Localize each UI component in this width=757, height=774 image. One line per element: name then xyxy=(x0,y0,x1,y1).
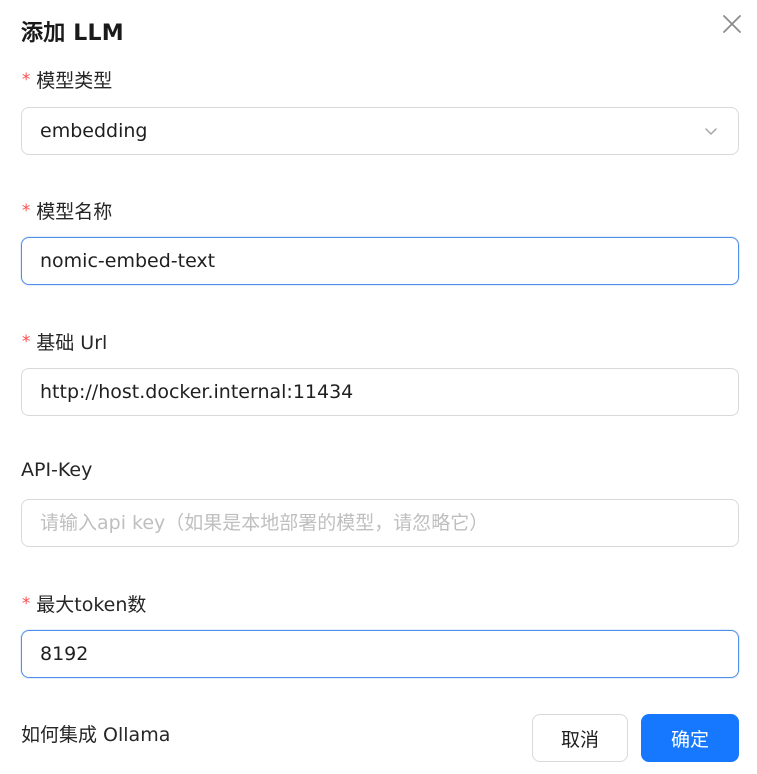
api-key-label: API-Key xyxy=(21,459,92,481)
model-name-label: * 模型名称 xyxy=(21,197,112,224)
model-type-select[interactable]: embedding xyxy=(21,107,739,155)
max-tokens-label: * 最大token数 xyxy=(21,590,146,617)
ollama-help-link[interactable]: 如何集成 Ollama xyxy=(21,720,170,747)
model-name-field-wrap xyxy=(21,237,739,285)
model-type-label: * 模型类型 xyxy=(21,66,112,93)
required-mark: * xyxy=(21,331,32,352)
required-mark: * xyxy=(21,69,32,90)
max-tokens-field-wrap xyxy=(21,630,739,678)
close-icon xyxy=(723,15,741,33)
max-tokens-label-text: 最大token数 xyxy=(36,594,147,616)
model-name-input[interactable] xyxy=(40,250,720,272)
max-tokens-input[interactable] xyxy=(40,643,720,665)
add-llm-dialog: 添加 LLM * 模型类型 embedding * 模型名称 * 基础 Url … xyxy=(0,0,757,774)
dialog-title: 添加 LLM xyxy=(21,21,124,46)
chevron-down-icon xyxy=(702,122,720,140)
base-url-field-wrap xyxy=(21,368,739,416)
model-type-label-text: 模型类型 xyxy=(36,70,113,92)
required-mark: * xyxy=(21,593,32,614)
cancel-button[interactable]: 取消 xyxy=(532,714,628,762)
base-url-input[interactable] xyxy=(40,381,720,403)
base-url-label-text: 基础 Url xyxy=(36,332,108,354)
close-button[interactable] xyxy=(718,10,746,38)
model-type-value: embedding xyxy=(40,120,148,142)
required-mark: * xyxy=(21,200,32,221)
base-url-label: * 基础 Url xyxy=(21,328,107,355)
model-name-label-text: 模型名称 xyxy=(36,201,113,223)
api-key-label-text: API-Key xyxy=(21,459,93,481)
api-key-field-wrap xyxy=(21,499,739,547)
ok-button[interactable]: 确定 xyxy=(641,714,739,762)
api-key-input[interactable] xyxy=(40,512,720,534)
